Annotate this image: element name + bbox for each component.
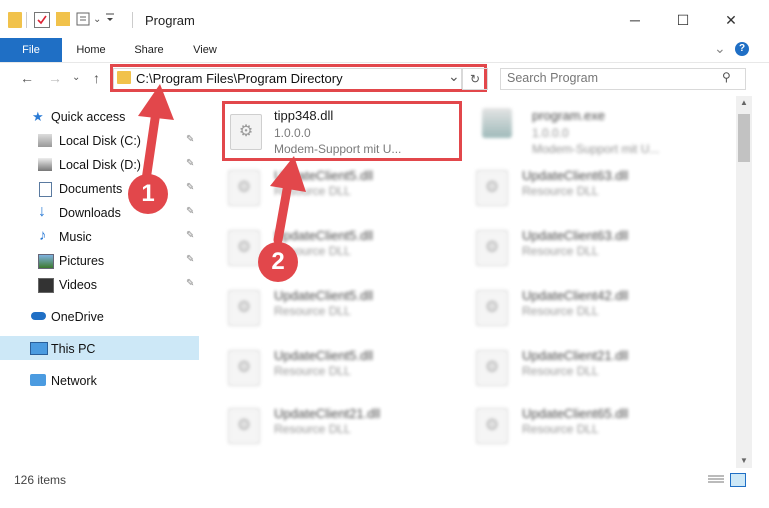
arrow-2 [270, 156, 306, 245]
callout-step-1: 1 [128, 174, 168, 214]
arrow-1 [138, 84, 174, 185]
annotation-arrows [138, 84, 306, 245]
callout-step-2: 2 [258, 242, 298, 282]
